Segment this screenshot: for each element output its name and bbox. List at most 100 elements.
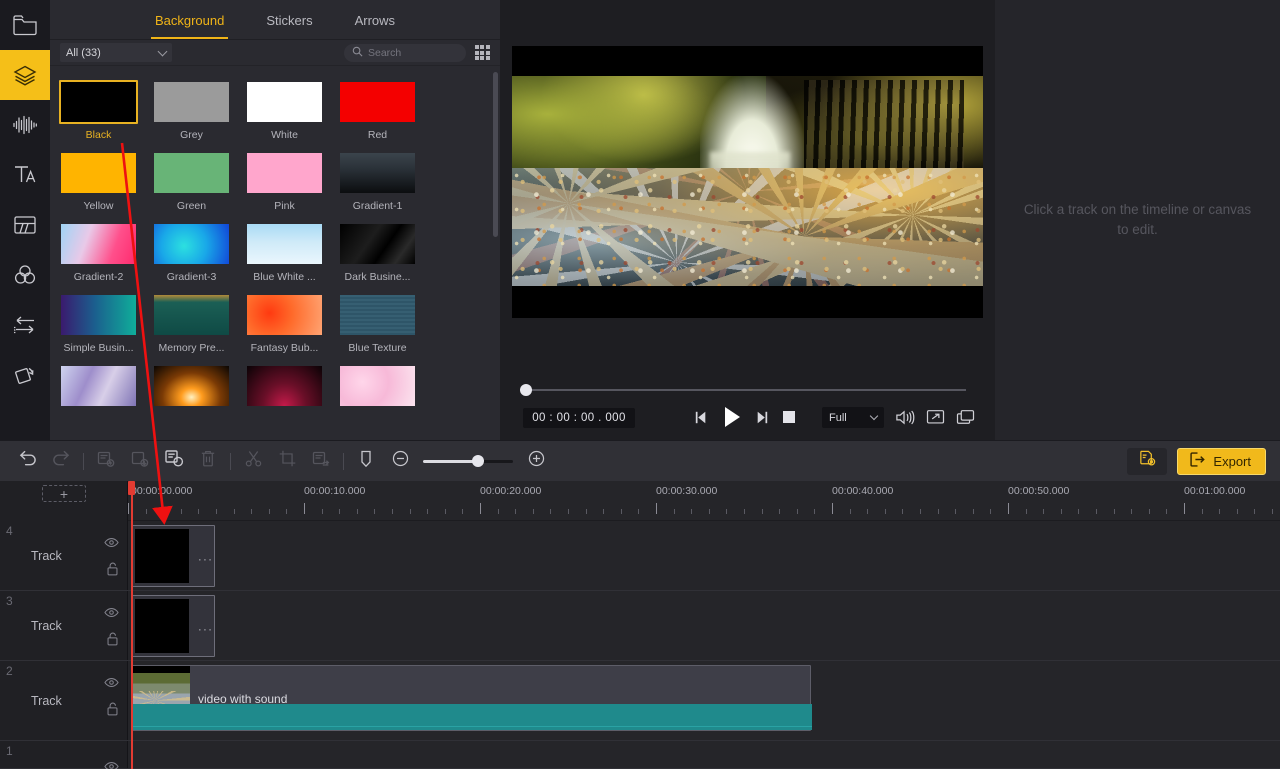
sidebar-item-import-media[interactable]	[0, 0, 50, 50]
library-item-pink-bokeh[interactable]	[338, 364, 431, 413]
zoom-slider-handle[interactable]	[472, 455, 484, 467]
track-lane[interactable]: ...	[128, 591, 1280, 661]
clip-properties-button[interactable]	[89, 441, 123, 482]
timeline-zoom-slider[interactable]	[423, 454, 513, 468]
library-search[interactable]	[344, 44, 466, 62]
track-header[interactable]: 2 Track	[0, 661, 128, 741]
library-item-dark-business[interactable]: Dark Busine...	[338, 222, 431, 283]
sidebar-item-transitions[interactable]	[0, 300, 50, 350]
zoom-in-button[interactable]	[519, 441, 553, 482]
snapshot-button[interactable]	[956, 409, 975, 430]
preview-canvas[interactable]	[512, 46, 983, 318]
track-lane[interactable]: video with sound	[128, 661, 1280, 741]
unlock-icon[interactable]	[106, 562, 119, 581]
library-item-sunburst[interactable]	[152, 364, 245, 413]
play-button[interactable]	[720, 404, 744, 435]
thumbnail	[245, 80, 324, 124]
volume-button[interactable]	[894, 408, 915, 432]
export-button[interactable]: Export	[1177, 448, 1266, 475]
library-item-black[interactable]: Black	[59, 80, 152, 141]
library-item-grey[interactable]: Grey	[152, 80, 245, 141]
library-item-pink[interactable]: Pink	[245, 151, 338, 212]
ruler-tick	[1202, 509, 1203, 514]
timeline-clip-background-4[interactable]: ...	[131, 525, 215, 587]
unlock-icon[interactable]	[106, 702, 119, 721]
track-header[interactable]: 3 Track	[0, 591, 128, 661]
properties-panel: Click a track on the timeline or canvas …	[995, 0, 1280, 440]
library-item-yellow[interactable]: Yellow	[59, 151, 152, 212]
next-frame-button[interactable]	[752, 408, 771, 432]
timeline-playhead[interactable]	[131, 481, 133, 769]
library-item-purple-marble[interactable]	[59, 364, 152, 413]
library-item-gradient-1[interactable]: Gradient-1	[338, 151, 431, 212]
seek-handle[interactable]	[520, 384, 532, 396]
previous-frame-button[interactable]	[692, 408, 711, 432]
library-item-white[interactable]: White	[245, 80, 338, 141]
seek-bar[interactable]	[518, 384, 973, 396]
marker-button[interactable]	[349, 441, 383, 482]
library-item-blue-texture[interactable]: Blue Texture	[338, 293, 431, 354]
ruler-tick	[1237, 509, 1238, 514]
timecode-display[interactable]: 00 : 00 : 00 . 000	[523, 408, 635, 428]
tab-background[interactable]: Background	[151, 13, 228, 39]
split-button[interactable]	[236, 441, 270, 482]
thumbnail	[338, 293, 417, 337]
library-item-red-particles[interactable]	[245, 364, 338, 413]
autumn-forest-scene	[512, 76, 983, 286]
settings-document-icon	[1138, 449, 1157, 473]
eye-icon[interactable]	[104, 675, 119, 693]
project-settings-button[interactable]	[1127, 448, 1167, 475]
delete-button[interactable]	[191, 441, 225, 482]
ruler-tick	[269, 509, 270, 514]
rotate-button[interactable]	[304, 441, 338, 482]
track-lane[interactable]: ...	[128, 521, 1280, 591]
timeline-ruler[interactable]: 00:00:00.000 00:00:10.000 00:00:20.000 0…	[128, 481, 1280, 521]
library-item-red[interactable]: Red	[338, 80, 431, 141]
track-lane[interactable]	[128, 741, 1280, 769]
track-header[interactable]: 1	[0, 741, 128, 769]
library-scrollbar[interactable]	[493, 72, 498, 237]
sidebar-item-layers[interactable]	[0, 50, 50, 100]
unlock-icon[interactable]	[106, 632, 119, 651]
sidebar-item-stickers-callouts[interactable]	[0, 200, 50, 250]
timeline-clip-video-with-sound[interactable]: video with sound	[131, 665, 811, 731]
eye-icon[interactable]	[104, 535, 119, 553]
playhead-handle[interactable]	[128, 481, 135, 495]
color-adjust-button[interactable]	[157, 441, 191, 482]
ruler-tick	[1149, 509, 1150, 514]
record-audio-button[interactable]	[123, 441, 157, 482]
fullscreen-button[interactable]	[926, 409, 945, 430]
library-item-green[interactable]: Green	[152, 151, 245, 212]
timeline-clip-background-3[interactable]: ...	[131, 595, 215, 657]
library-item-simple-business[interactable]: Simple Busin...	[59, 293, 152, 354]
zoom-in-icon	[527, 449, 546, 473]
category-filter-select[interactable]: All (33)	[60, 43, 172, 62]
grid-view-icon[interactable]	[474, 45, 490, 61]
ruler-tick	[392, 509, 393, 514]
library-item-gradient-2[interactable]: Gradient-2	[59, 222, 152, 283]
eye-icon[interactable]	[104, 605, 119, 623]
sidebar-item-filters[interactable]	[0, 250, 50, 300]
stop-button[interactable]	[781, 409, 797, 430]
zoom-out-button[interactable]	[383, 441, 417, 482]
tab-stickers[interactable]: Stickers	[262, 13, 316, 39]
quality-select[interactable]: Full	[822, 407, 884, 428]
sidebar-item-titles[interactable]	[0, 150, 50, 200]
add-track-button[interactable]: +	[42, 485, 86, 502]
tab-arrows[interactable]: Arrows	[351, 13, 399, 39]
ruler-tick	[181, 509, 182, 514]
sidebar-item-animation[interactable]	[0, 350, 50, 400]
track-header[interactable]: 4 Track	[0, 521, 128, 591]
library-item-gradient-3[interactable]: Gradient-3	[152, 222, 245, 283]
library-item-memory-present[interactable]: Memory Pre...	[152, 293, 245, 354]
library-item-blue-white[interactable]: Blue White ...	[245, 222, 338, 283]
redo-button[interactable]	[44, 441, 78, 482]
ruler-tick	[128, 503, 129, 514]
thumbnail	[245, 364, 324, 408]
library-item-fantasy-bubbles[interactable]: Fantasy Bub...	[245, 293, 338, 354]
sidebar-item-audio[interactable]	[0, 100, 50, 150]
undo-button[interactable]	[10, 441, 44, 482]
crop-button[interactable]	[270, 441, 304, 482]
library-item-label: Fantasy Bub...	[245, 342, 324, 354]
eye-icon[interactable]	[104, 759, 119, 769]
